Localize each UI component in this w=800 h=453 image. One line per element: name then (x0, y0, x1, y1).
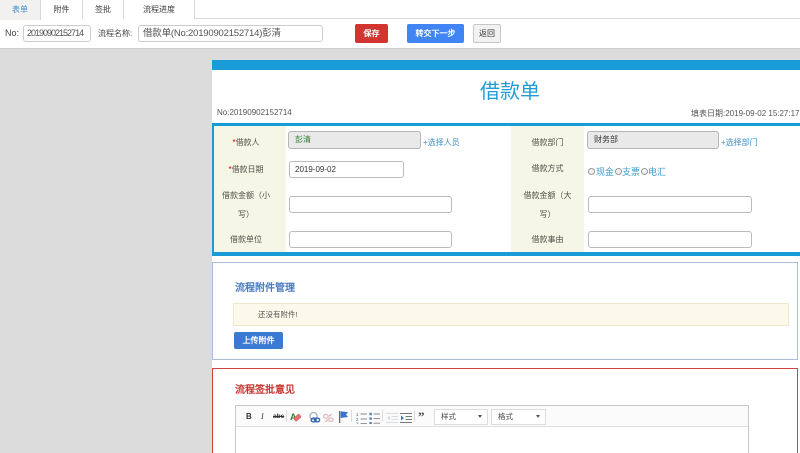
svg-text:3: 3 (356, 422, 359, 424)
